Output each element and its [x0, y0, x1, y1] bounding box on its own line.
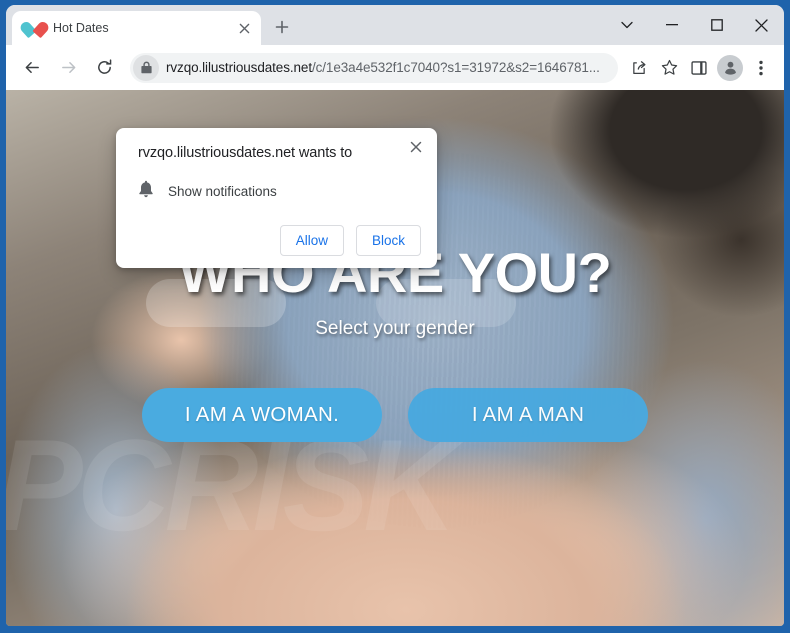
allow-button[interactable]: Allow [279, 224, 344, 256]
three-dot-menu-icon[interactable] [746, 53, 776, 83]
browser-tab[interactable]: Hot Dates [12, 11, 261, 45]
minimize-icon[interactable] [649, 5, 694, 45]
gender-selection-group: I AM A WOMAN. I AM A MAN [6, 388, 784, 442]
new-tab-button[interactable] [267, 12, 297, 42]
notification-permission-dialog: rvzqo.lilustriousdates.net wants to Show… [116, 128, 437, 268]
permission-label: Show notifications [168, 183, 277, 199]
maximize-icon[interactable] [694, 5, 739, 45]
side-panel-icon[interactable] [684, 53, 714, 83]
window-controls [604, 5, 784, 45]
star-icon[interactable] [654, 53, 684, 83]
permission-row: Show notifications [138, 180, 421, 203]
share-icon[interactable] [624, 53, 654, 83]
page-subtitle: Select your gender [315, 317, 475, 339]
lock-icon[interactable] [133, 54, 159, 81]
block-button[interactable]: Block [355, 224, 421, 256]
url-path: /c/1e3a4e532f1c7040?s1=31972&s2=1646781.… [311, 60, 600, 75]
close-icon[interactable] [233, 17, 255, 39]
dialog-title: rvzqo.lilustriousdates.net wants to [138, 145, 353, 161]
tab-title: Hot Dates [53, 21, 109, 35]
close-icon[interactable] [405, 136, 427, 158]
dialog-actions: Allow Block [138, 224, 421, 256]
url-text: rvzqo.lilustriousdates.net/c/1e3a4e532f1… [166, 60, 600, 75]
address-bar[interactable]: rvzqo.lilustriousdates.net/c/1e3a4e532f1… [130, 52, 618, 83]
bell-icon [138, 180, 154, 203]
forward-arrow-icon [52, 52, 84, 84]
page-viewport: PCRISK ns WHO ARE YOU? Select your gende… [6, 90, 784, 626]
close-icon[interactable] [739, 5, 784, 45]
chevron-down-icon[interactable] [604, 5, 649, 45]
profile-avatar-icon[interactable] [717, 54, 743, 81]
browser-toolbar: rvzqo.lilustriousdates.net/c/1e3a4e532f1… [6, 45, 784, 90]
url-host: rvzqo.lilustriousdates.net [166, 60, 312, 75]
i-am-a-man-button[interactable]: I AM A MAN [408, 388, 648, 442]
window-frame: Hot Dates rvzqo.lilustriousdates.net/c/1… [0, 0, 790, 633]
browser-window: Hot Dates rvzqo.lilustriousdates.net/c/1… [6, 5, 784, 626]
tab-strip: Hot Dates [6, 5, 784, 45]
reload-icon[interactable] [88, 52, 120, 84]
i-am-a-woman-button[interactable]: I AM A WOMAN. [142, 388, 382, 442]
heart-icon [18, 19, 51, 39]
back-arrow-icon[interactable] [16, 52, 48, 84]
